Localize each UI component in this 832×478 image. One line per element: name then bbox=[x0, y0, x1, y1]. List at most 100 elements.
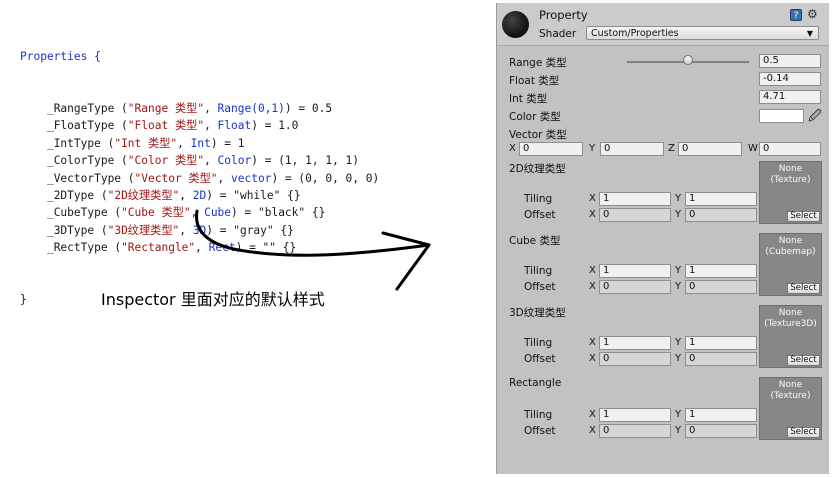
offset-x-label: X bbox=[589, 209, 596, 220]
offset-label: Offset bbox=[524, 425, 556, 437]
code-prop-type: Int bbox=[190, 136, 211, 150]
offset-y-field[interactable]: 0 bbox=[685, 424, 757, 438]
int-label: Int 类型 bbox=[509, 93, 548, 105]
shader-dropdown[interactable]: Custom/Properties ▼ bbox=[586, 26, 819, 40]
code-prop-type: Range(0,1) bbox=[217, 102, 285, 116]
range-label: Range 类型 bbox=[509, 57, 567, 69]
tiling-y-label: Y bbox=[675, 265, 682, 276]
code-prop-name: _VectorType bbox=[46, 171, 122, 185]
code-prop-label: "Float 类型" bbox=[127, 119, 205, 133]
code-prop-label: "Int 类型" bbox=[114, 136, 178, 150]
texture-slot-line1: None bbox=[778, 380, 803, 390]
tiling-y-field[interactable]: 1 bbox=[685, 336, 757, 350]
tiling-label: Tiling bbox=[524, 337, 553, 349]
texture-slot[interactable]: None (Cubemap) Select bbox=[759, 233, 822, 296]
vector-y-field[interactable]: 0 bbox=[600, 142, 664, 156]
texture-slot[interactable]: None (Texture) Select bbox=[759, 377, 822, 440]
texture-slot[interactable]: None (Texture3D) Select bbox=[759, 305, 822, 368]
tiling-y-label: Y bbox=[675, 409, 682, 420]
offset-x-field[interactable]: 0 bbox=[599, 352, 671, 366]
vector-y-label: Y bbox=[589, 143, 596, 154]
tiling-y-field[interactable]: 1 bbox=[685, 408, 757, 422]
int-value-field[interactable]: 4.71 bbox=[759, 90, 821, 104]
vector-w-field[interactable]: 0 bbox=[759, 142, 821, 156]
code-line: _VectorType ("Vector 类型", vector) = (0, … bbox=[46, 171, 380, 185]
vector-z-label: Z bbox=[668, 143, 675, 154]
vector-x-label: X bbox=[509, 143, 516, 154]
offset-y-label: Y bbox=[675, 425, 682, 436]
tiling-x-field[interactable]: 1 bbox=[599, 408, 671, 422]
texture-label: 2D纹理类型 bbox=[509, 163, 566, 175]
tiling-x-label: X bbox=[589, 409, 596, 420]
shader-label: Shader bbox=[539, 28, 577, 40]
vector-x-field[interactable]: 0 bbox=[519, 142, 583, 156]
code-prop-type: 2D bbox=[192, 188, 207, 202]
tiling-y-field[interactable]: 1 bbox=[685, 264, 757, 278]
code-prop-name: _CubeType bbox=[46, 206, 108, 220]
vector-w-label: W bbox=[748, 143, 758, 154]
material-preview-icon bbox=[502, 11, 529, 38]
offset-y-label: Y bbox=[675, 281, 682, 292]
code-prop-default: 1.0 bbox=[278, 119, 299, 133]
inspector-panel: Property ? ⚙ Shader Custom/Properties ▼ … bbox=[496, 3, 829, 474]
texture-select-button[interactable]: Select bbox=[787, 427, 820, 438]
code-prop-default: (0, 0, 0, 0) bbox=[298, 171, 380, 185]
offset-y-field[interactable]: 0 bbox=[685, 280, 757, 294]
vector-z-field[interactable]: 0 bbox=[678, 142, 742, 156]
code-line: _2DType ("2D纹理类型", 2D) = "while" {} bbox=[46, 188, 301, 202]
tiling-y-field[interactable]: 1 bbox=[685, 192, 757, 206]
code-prop-name: _RangeType bbox=[46, 102, 115, 116]
offset-y-field[interactable]: 0 bbox=[685, 208, 757, 222]
texture-select-button[interactable]: Select bbox=[787, 211, 820, 222]
code-close-brace: } bbox=[20, 293, 27, 307]
float-value-field[interactable]: -0.14 bbox=[759, 72, 821, 86]
tiling-y-label: Y bbox=[675, 337, 682, 348]
code-prop-label: "Color 类型" bbox=[127, 154, 205, 168]
shader-dropdown-value: Custom/Properties bbox=[591, 28, 679, 39]
texture-slot-line2: (Texture) bbox=[770, 175, 811, 185]
chevron-down-icon: ▼ bbox=[806, 29, 813, 38]
code-prop-name: _2DType bbox=[46, 188, 95, 202]
offset-y-field[interactable]: 0 bbox=[685, 352, 757, 366]
tiling-x-label: X bbox=[589, 265, 596, 276]
code-prop-label: "3D纹理类型" bbox=[107, 223, 180, 237]
help-book-icon[interactable]: ? bbox=[790, 9, 802, 21]
texture-select-button[interactable]: Select bbox=[787, 283, 820, 294]
tiling-label: Tiling bbox=[524, 193, 553, 205]
code-prop-default: 0.5 bbox=[311, 102, 333, 116]
offset-x-label: X bbox=[589, 281, 596, 292]
code-prop-name: _3DType bbox=[46, 223, 95, 237]
gear-icon[interactable]: ⚙ bbox=[807, 7, 818, 21]
tiling-x-field[interactable]: 1 bbox=[599, 192, 671, 206]
offset-x-field[interactable]: 0 bbox=[599, 280, 671, 294]
offset-label: Offset bbox=[524, 353, 556, 365]
tiling-label: Tiling bbox=[524, 265, 553, 277]
eyedropper-icon[interactable]: 🖉 bbox=[808, 107, 822, 129]
code-line: _ColorType ("Color 类型", Color) = (1, 1, … bbox=[46, 154, 360, 168]
offset-x-field[interactable]: 0 bbox=[599, 424, 671, 438]
range-value-field[interactable]: 0.5 bbox=[759, 54, 821, 68]
tiling-x-label: X bbox=[589, 337, 596, 348]
tiling-label: Tiling bbox=[524, 409, 553, 421]
code-prop-type: vector bbox=[231, 171, 272, 185]
tiling-x-label: X bbox=[589, 193, 596, 204]
material-title: Property bbox=[539, 8, 588, 22]
texture-slot-line2: (Texture) bbox=[770, 391, 811, 401]
tiling-x-field[interactable]: 1 bbox=[599, 264, 671, 278]
texture-slot-line2: (Cubemap) bbox=[765, 247, 816, 257]
inspector-header: Property ? ⚙ Shader Custom/Properties ▼ bbox=[497, 3, 829, 46]
code-line: _RangeType ("Range 类型", Range(0,1)) = 0.… bbox=[46, 102, 333, 116]
code-prop-default: "while" {} bbox=[233, 188, 301, 202]
range-slider-handle[interactable] bbox=[683, 55, 693, 65]
texture-select-button[interactable]: Select bbox=[787, 355, 820, 366]
tiling-x-field[interactable]: 1 bbox=[599, 336, 671, 350]
texture-label: 3D纹理类型 bbox=[509, 307, 566, 319]
texture-slot[interactable]: None (Texture) Select bbox=[759, 161, 822, 224]
texture-slot-line1: None bbox=[778, 236, 803, 246]
code-prop-name: _IntType bbox=[46, 136, 101, 150]
offset-label: Offset bbox=[524, 281, 556, 293]
offset-x-field[interactable]: 0 bbox=[599, 208, 671, 222]
caption-text: Inspector 里面对应的默认样式 bbox=[101, 290, 325, 309]
color-swatch[interactable] bbox=[759, 109, 804, 123]
offset-label: Offset bbox=[524, 209, 556, 221]
